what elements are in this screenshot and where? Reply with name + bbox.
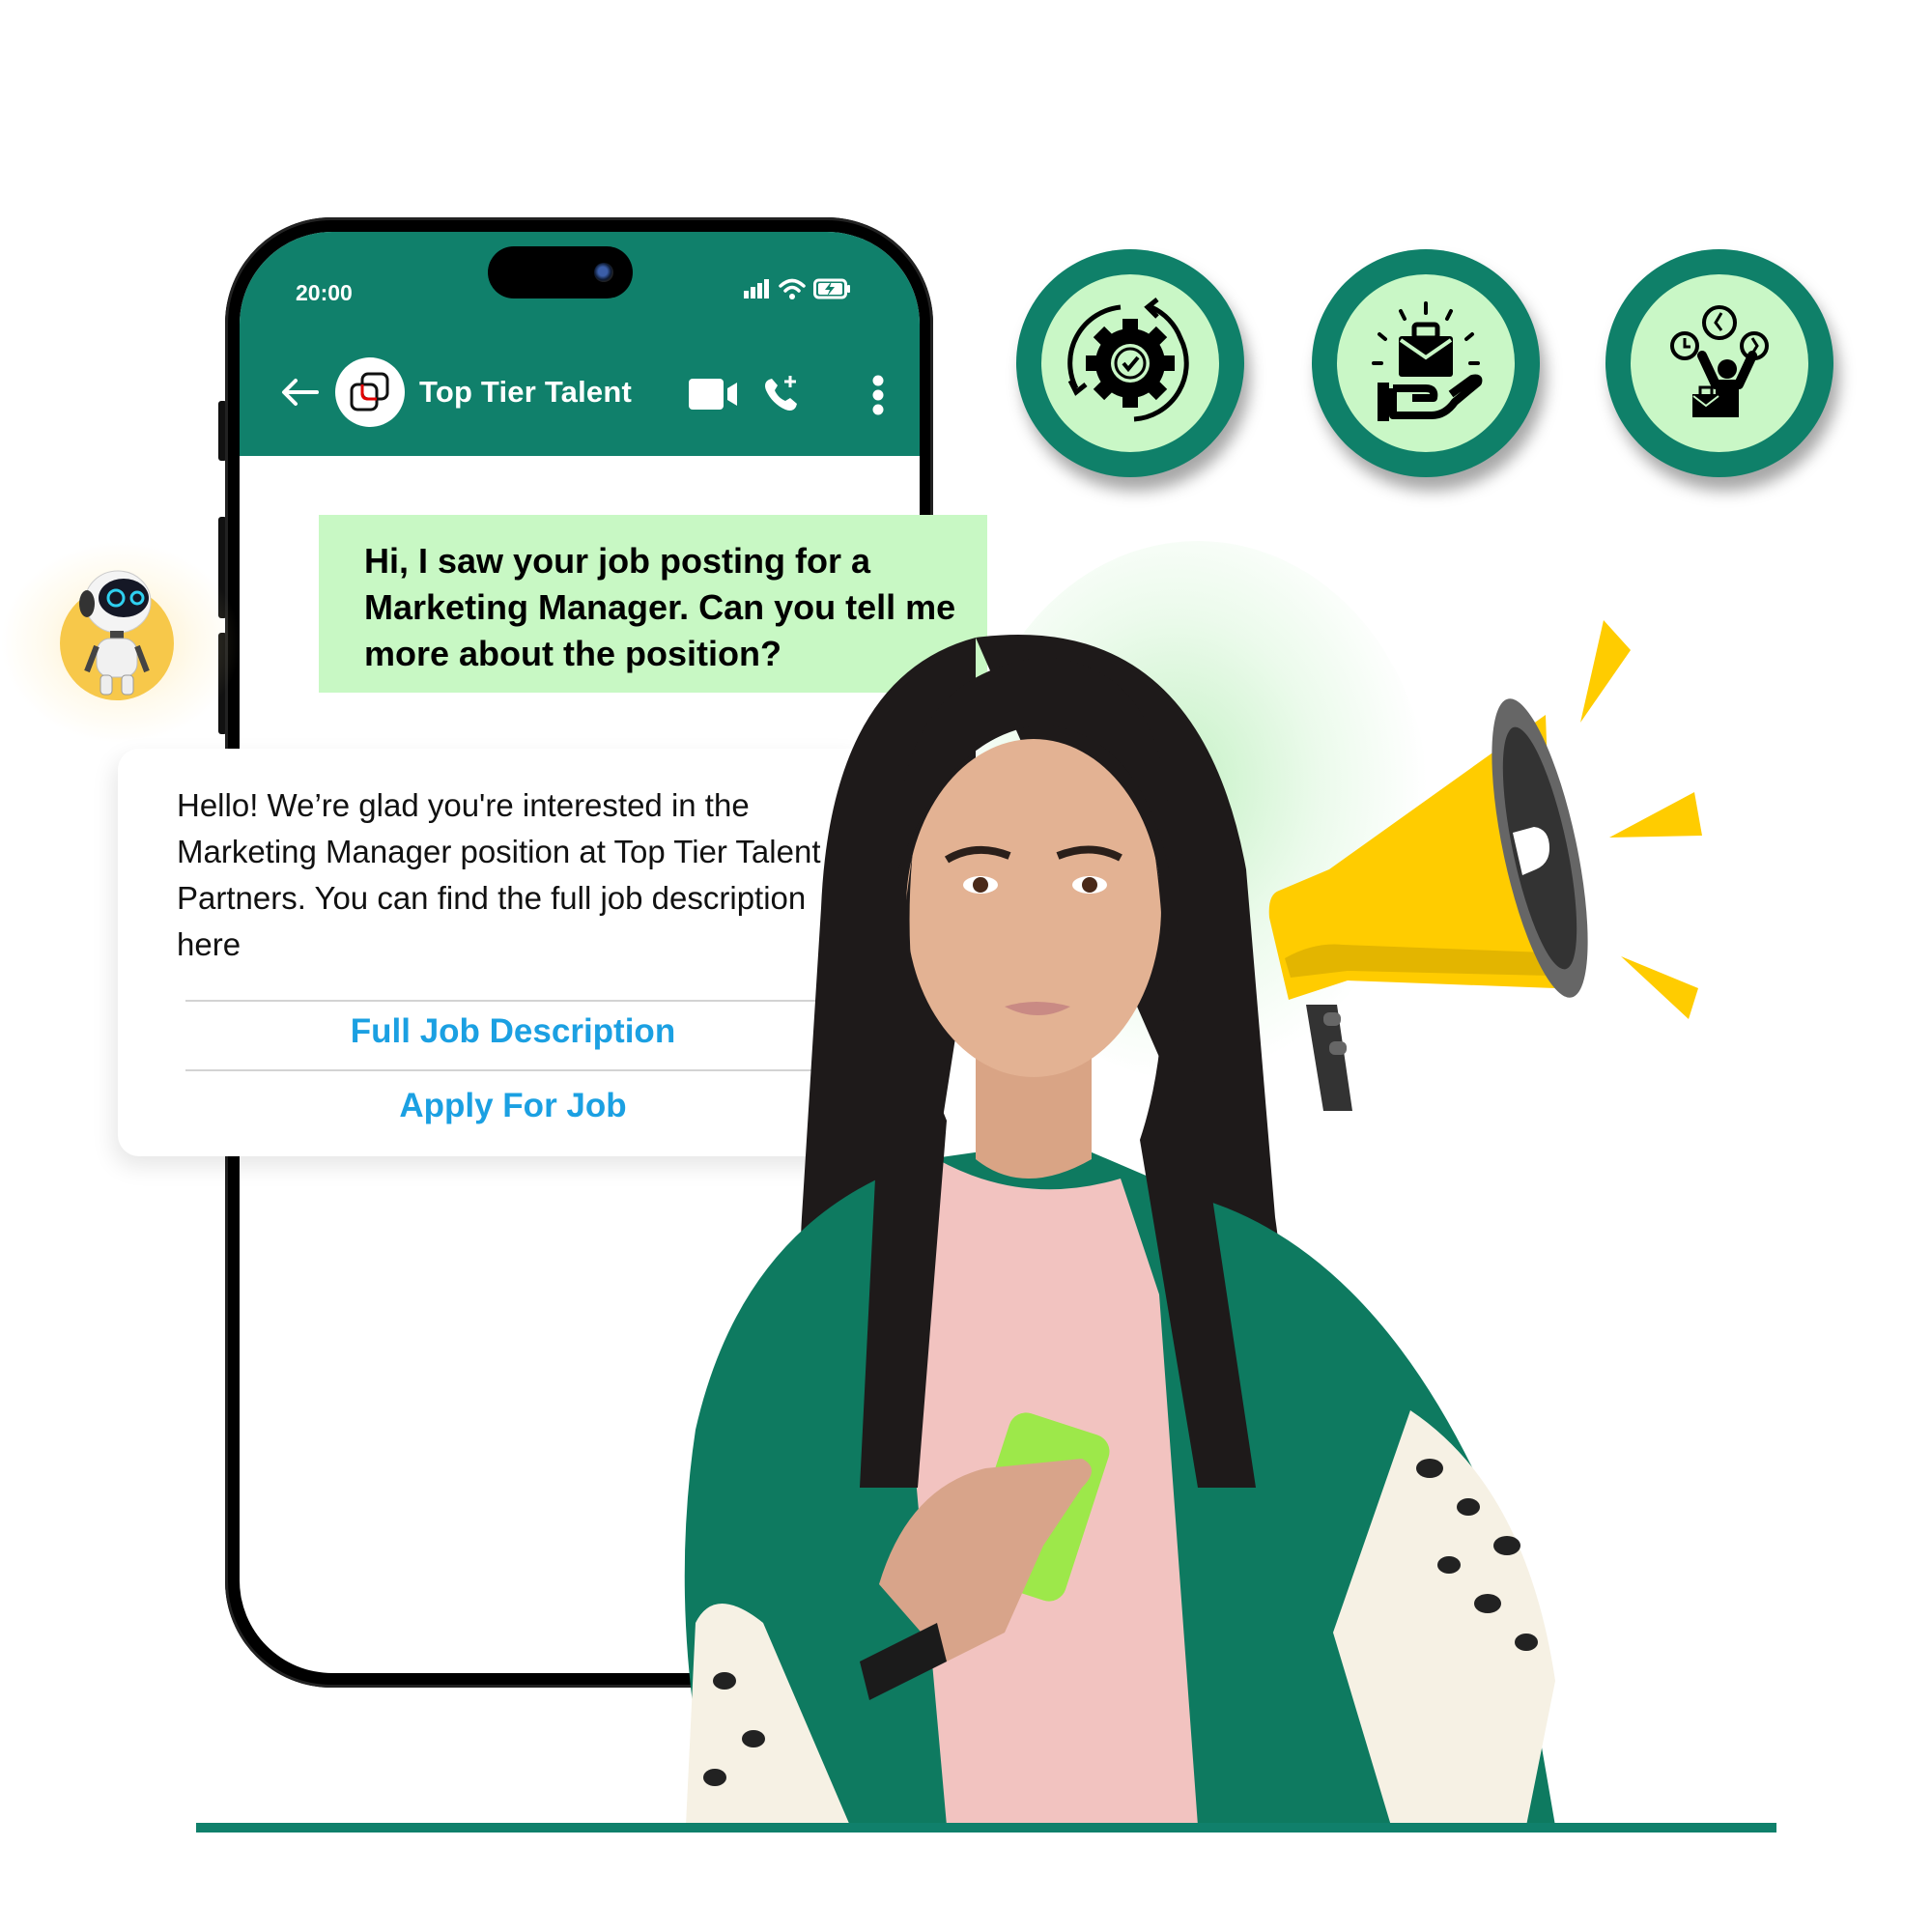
feature-badge-work-life [1605, 249, 1833, 477]
signal-icon [744, 279, 769, 298]
hand-briefcase-icon [1372, 301, 1483, 421]
more-vertical-icon[interactable] [871, 375, 885, 415]
camera-icon [594, 263, 613, 282]
battery-charging-icon [813, 278, 850, 299]
feature-badge-job-offer [1312, 249, 1540, 477]
contact-name[interactable]: Top Tier Talent [419, 375, 632, 410]
robot-icon [79, 570, 152, 696]
person-clocks-briefcase-icon [1670, 305, 1769, 417]
add-call-icon[interactable] [761, 374, 802, 414]
wifi-icon [779, 278, 806, 299]
gear-check-cycle-icon [1067, 298, 1189, 422]
arrow-left-icon[interactable] [280, 377, 319, 408]
status-icons [744, 278, 852, 299]
chat-header: 20:00 Top Tier Talent [240, 232, 920, 456]
feature-badge-process [1016, 249, 1244, 477]
contact-avatar[interactable] [335, 357, 405, 427]
video-call-icon[interactable] [687, 375, 741, 413]
company-logo-icon [350, 372, 389, 412]
dynamic-island [488, 246, 633, 298]
bottom-accent-line [196, 1823, 1776, 1833]
status-time: 20:00 [296, 280, 353, 305]
woman-holding-phone [684, 635, 1555, 1826]
